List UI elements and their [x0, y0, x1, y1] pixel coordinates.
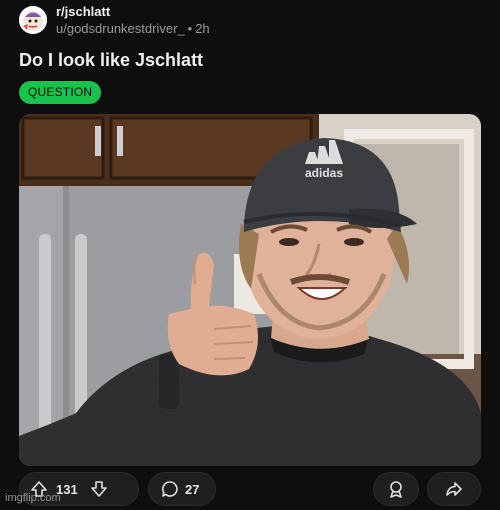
share-arrow-icon: [445, 480, 463, 498]
downvote-arrow-icon[interactable]: [90, 480, 108, 498]
post-time: 2h: [195, 21, 210, 36]
post-photo: adidas: [19, 114, 481, 466]
comment-count: 27: [185, 481, 200, 497]
subreddit-avatar[interactable]: [19, 6, 47, 34]
subreddit-name[interactable]: r/jschlatt: [56, 4, 210, 20]
post-title[interactable]: Do I look like Jschlatt: [19, 49, 203, 71]
byline-separator: •: [187, 21, 193, 36]
post-action-bar: 131 27: [19, 472, 481, 508]
post-image[interactable]: adidas: [19, 114, 481, 466]
watermark: imgflip.com: [5, 492, 61, 504]
cap-logo-text: adidas: [305, 166, 343, 180]
comment-bubble-icon: [161, 480, 179, 498]
post-byline: u/godsdrunkestdriver_ • 2h: [56, 20, 210, 38]
post-header: r/jschlatt u/godsdrunkestdriver_ • 2h: [19, 4, 479, 38]
share-button[interactable]: [427, 472, 481, 506]
comments-button[interactable]: 27: [148, 472, 216, 506]
post-flair[interactable]: QUESTION: [19, 81, 102, 104]
author-name[interactable]: u/godsdrunkestdriver_: [56, 21, 185, 36]
subreddit-avatar-image: [19, 6, 47, 34]
award-button[interactable]: [373, 472, 419, 506]
award-icon: [387, 480, 405, 498]
